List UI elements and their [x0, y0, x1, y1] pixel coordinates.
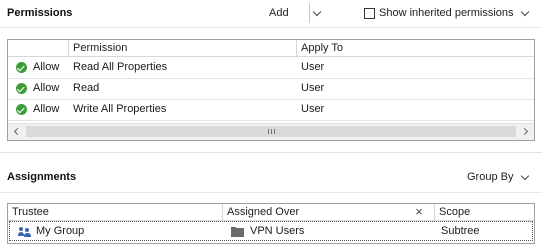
section-divider: [0, 152, 542, 153]
permission-name: Read: [73, 82, 100, 94]
show-inherited-checkbox[interactable]: [364, 8, 375, 19]
horizontal-scrollbar[interactable]: [8, 123, 534, 140]
assignments-header-divider: [0, 192, 542, 193]
assignments-title: Assignments: [7, 171, 77, 183]
permission-name: Write All Properties: [73, 103, 167, 115]
table-row[interactable]: Allow Write All Properties User: [8, 99, 534, 121]
permission-type: Allow: [33, 82, 60, 94]
permissions-header-divider: [0, 27, 542, 28]
options-chevron-down-icon[interactable]: [520, 7, 530, 17]
scrollbar-thumb[interactable]: [26, 126, 516, 137]
add-button[interactable]: Add: [269, 7, 289, 19]
check-circle-icon: [16, 83, 27, 94]
permission-apply-to: User: [301, 61, 325, 73]
permission-name: Read All Properties: [73, 61, 168, 73]
close-icon[interactable]: ×: [412, 205, 426, 219]
permissions-grid: Permission Apply To Allow Read All Prope…: [7, 39, 535, 141]
permission-apply-to: User: [301, 103, 325, 115]
check-circle-icon: [16, 62, 27, 73]
assignments-column-header-scope[interactable]: Scope: [435, 204, 534, 221]
add-dropdown-chevron-down-icon[interactable]: [312, 7, 322, 17]
check-circle-icon: [16, 104, 27, 115]
assignments-grid: Trustee Assigned Over × Scope My Group V…: [7, 203, 535, 244]
group-by-button[interactable]: Group By: [467, 171, 513, 183]
permissions-column-header-type[interactable]: [8, 40, 69, 57]
user-group-icon: [18, 227, 32, 237]
trustee-name: My Group: [36, 225, 85, 237]
assigned-over-name: VPN Users: [250, 225, 305, 237]
scroll-left-arrow-icon[interactable]: [8, 124, 24, 140]
permission-apply-to: User: [301, 82, 325, 94]
permissions-column-header-apply-to[interactable]: Apply To: [297, 40, 534, 57]
assignments-column-header-assigned-over[interactable]: Assigned Over: [223, 204, 435, 221]
scroll-right-arrow-icon[interactable]: [518, 124, 534, 140]
scope-value: Subtree: [441, 225, 480, 237]
permissions-column-header-permission[interactable]: Permission: [69, 40, 297, 57]
permissions-title: Permissions: [7, 7, 73, 19]
assignments-column-header-trustee[interactable]: Trustee: [8, 204, 223, 221]
show-inherited-label[interactable]: Show inherited permissions: [379, 7, 514, 19]
permission-type: Allow: [33, 103, 60, 115]
add-split-divider: [309, 3, 310, 23]
table-row[interactable]: My Group VPN Users Subtree: [9, 221, 533, 241]
permission-type: Allow: [33, 61, 60, 73]
table-row[interactable]: Allow Read All Properties User: [8, 57, 534, 79]
folder-icon: [231, 227, 244, 237]
table-row[interactable]: Allow Read User: [8, 78, 534, 100]
group-by-chevron-down-icon[interactable]: [520, 171, 530, 181]
